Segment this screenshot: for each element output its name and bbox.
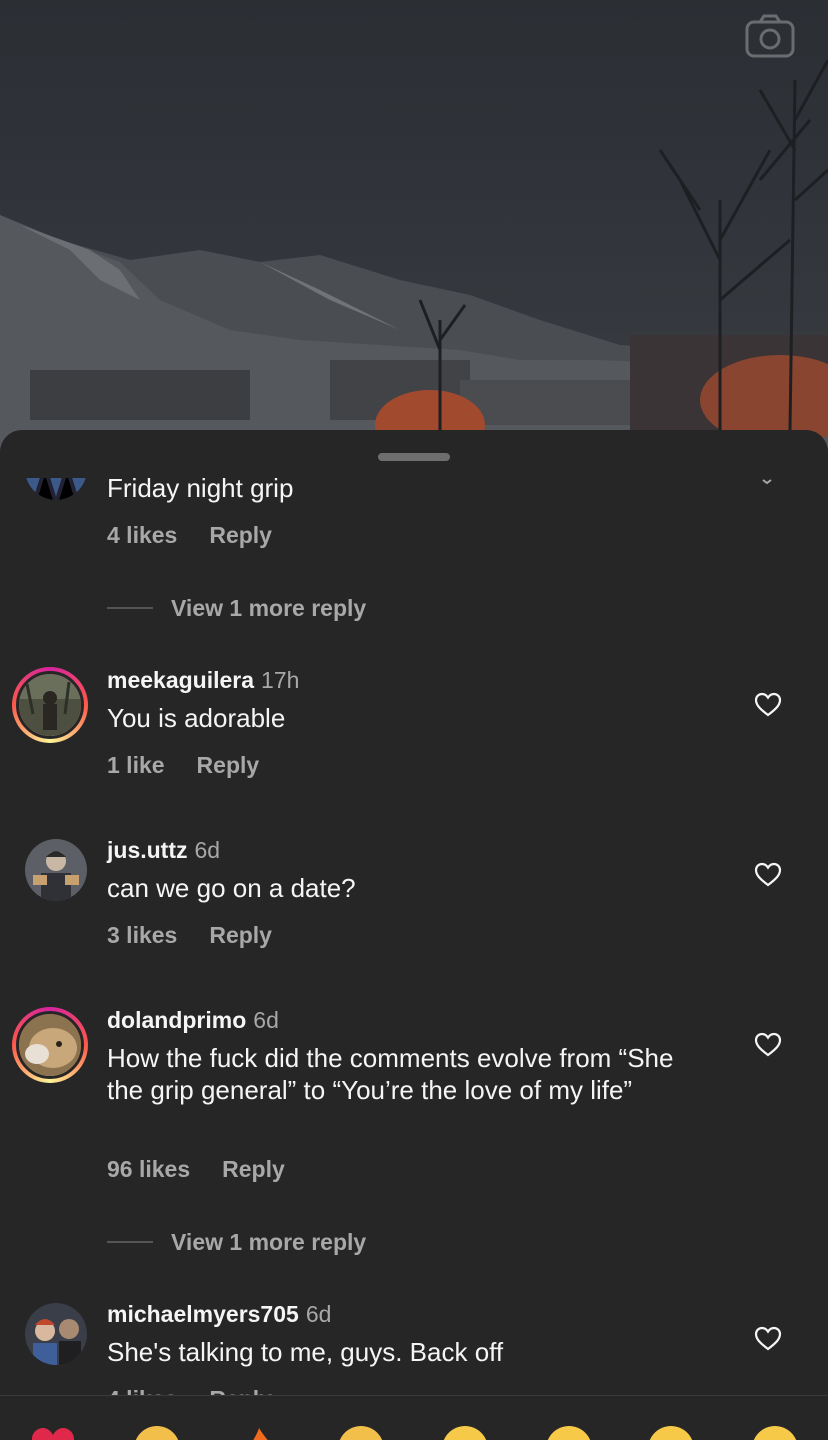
view-more-label: View 1 more reply [171, 1228, 367, 1255]
view-more-replies-button[interactable]: View 1 more reply [107, 593, 366, 623]
avatar[interactable] [12, 1007, 88, 1083]
like-heart-icon[interactable] [754, 692, 782, 718]
comment-text: You is adorable [107, 703, 286, 733]
username[interactable]: dolandprimo [107, 1007, 246, 1033]
avatar[interactable] [25, 839, 87, 901]
comment-text: How the fuck did the comments evolve fro… [107, 1043, 674, 1105]
clapping-emoji[interactable] [338, 1426, 384, 1440]
laughing-emoji[interactable] [752, 1426, 798, 1440]
likes-count[interactable]: 1 like [107, 752, 165, 778]
likes-count[interactable]: 96 likes [107, 1156, 190, 1182]
username[interactable]: michaelmyers705 [107, 1301, 299, 1327]
crying-emoji[interactable] [442, 1426, 488, 1440]
post-photo-background [0, 0, 828, 460]
comment-text: can we go on a date? [107, 873, 356, 903]
likes-count[interactable]: 3 likes [107, 922, 177, 948]
like-heart-icon[interactable] [754, 1326, 782, 1352]
sheet-drag-handle[interactable] [378, 453, 450, 461]
comment-username-row: meekaguilera 17h [107, 667, 299, 694]
heart-eyes-emoji[interactable] [546, 1426, 592, 1440]
like-heart-icon[interactable] [754, 1032, 782, 1058]
view-more-label: View 1 more reply [171, 594, 367, 621]
reply-button[interactable]: Reply [209, 522, 272, 548]
fire-emoji[interactable] [236, 1426, 282, 1440]
divider-line [107, 1241, 153, 1243]
comments-sheet: Friday night grip 4 likes Reply View 1 mo… [0, 430, 828, 1440]
comment-text: Friday night grip [107, 473, 294, 503]
username[interactable]: jus.uttz [107, 837, 188, 863]
like-heart-icon[interactable] [754, 862, 782, 888]
photo-scene [0, 59, 828, 460]
avatar[interactable] [25, 1303, 87, 1365]
timestamp: 6d [253, 1007, 279, 1033]
emoji-reaction-bar [0, 1395, 828, 1440]
surprised-emoji[interactable] [648, 1426, 694, 1440]
reply-button[interactable]: Reply [209, 922, 272, 948]
camera-icon[interactable] [744, 14, 796, 60]
reply-button[interactable]: Reply [197, 752, 260, 778]
timestamp: 6d [194, 837, 221, 863]
comment-username-row: jus.uttz 6d [107, 837, 220, 864]
reply-button[interactable]: Reply [222, 1156, 285, 1182]
divider-line [107, 607, 153, 609]
view-more-replies-button[interactable]: View 1 more reply [107, 1227, 366, 1257]
comment-username-row: dolandprimo 6d [107, 1007, 279, 1034]
raising-hands-emoji[interactable] [134, 1426, 180, 1440]
comment-username-row: michaelmyers705 6d [107, 1301, 331, 1328]
timestamp: 17h [261, 667, 300, 693]
avatar[interactable] [12, 667, 88, 743]
timestamp: 6d [305, 1301, 332, 1327]
username[interactable]: meekaguilera [107, 667, 254, 693]
comment-text: She's talking to me, guys. Back off [107, 1337, 504, 1367]
likes-count[interactable]: 4 likes [107, 522, 177, 548]
chevron-down-icon [760, 474, 774, 485]
avatar[interactable] [25, 478, 87, 500]
heart-emoji[interactable] [30, 1426, 76, 1440]
